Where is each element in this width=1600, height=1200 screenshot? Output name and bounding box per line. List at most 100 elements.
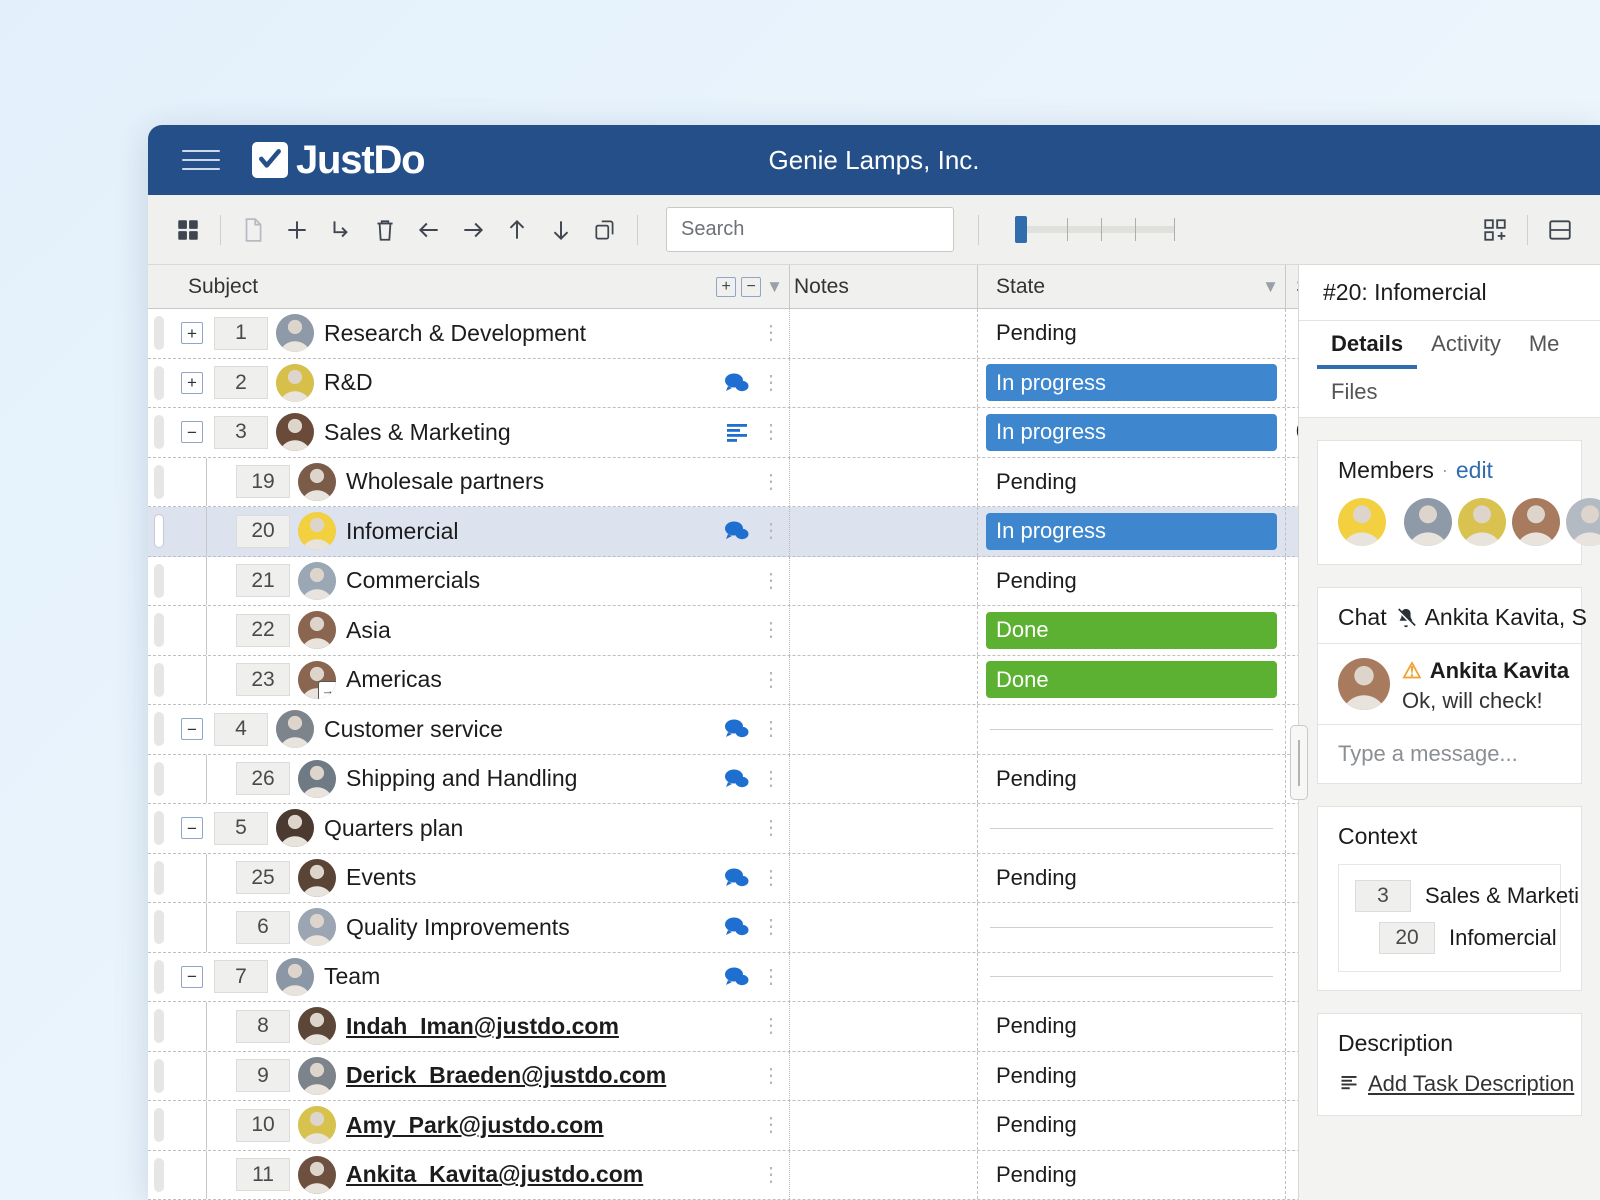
cell-notes[interactable]: [790, 556, 978, 605]
member-avatar[interactable]: [1458, 498, 1506, 546]
avatar[interactable]: [276, 314, 314, 353]
bell-muted-icon[interactable]: [1395, 607, 1417, 629]
row-gutter[interactable]: [148, 1052, 170, 1101]
new-document-icon[interactable]: [231, 208, 275, 252]
chat-icon[interactable]: [723, 372, 749, 394]
chat-icon[interactable]: [723, 916, 749, 938]
row-menu-icon[interactable]: ⋮: [761, 323, 781, 343]
row-menu-icon[interactable]: ⋮: [761, 719, 781, 739]
row-menu-icon[interactable]: ⋮: [761, 1115, 781, 1135]
row-menu-icon[interactable]: ⋮: [761, 868, 781, 888]
cell-state[interactable]: Pending: [978, 309, 1286, 358]
row-toggle[interactable]: −: [181, 718, 203, 741]
cell-state[interactable]: [978, 903, 1286, 952]
cell-state[interactable]: Done: [978, 655, 1286, 704]
row-menu-icon[interactable]: ⋮: [761, 521, 781, 541]
cell-state[interactable]: [978, 804, 1286, 853]
add-task-icon[interactable]: [275, 208, 319, 252]
cell-notes[interactable]: [790, 507, 978, 556]
row-title[interactable]: Quarters plan: [324, 815, 463, 842]
cell-subject[interactable]: +1 Research & Development ⋮: [170, 309, 790, 358]
cell-subject[interactable]: 26 Shipping and Handling ⋮: [170, 754, 790, 803]
outdent-icon[interactable]: [407, 208, 451, 252]
cell-subject[interactable]: 10 Amy_Park@justdo.com ⋮: [170, 1101, 790, 1150]
cell-subject[interactable]: 19 Wholesale partners ⋮: [170, 457, 790, 506]
member-avatar[interactable]: [1404, 498, 1452, 546]
column-header-notes[interactable]: Notes: [790, 265, 978, 308]
cell-notes[interactable]: [790, 804, 978, 853]
cell-state[interactable]: Pending: [978, 1051, 1286, 1100]
row-title[interactable]: Commercials: [346, 567, 480, 594]
cell-state[interactable]: Pending: [978, 1150, 1286, 1199]
cell-state[interactable]: Pending: [978, 1101, 1286, 1150]
cell-subject[interactable]: 8 Indah_Iman@justdo.com ⋮: [170, 1002, 790, 1051]
row-title[interactable]: Quality Improvements: [346, 914, 570, 941]
avatar[interactable]: [276, 809, 314, 848]
zoom-slider-handle[interactable]: [1015, 216, 1027, 243]
avatar[interactable]: [298, 1056, 336, 1095]
status-badge[interactable]: Done: [986, 661, 1277, 699]
duplicate-icon[interactable]: [583, 208, 627, 252]
row-menu-icon[interactable]: ⋮: [761, 818, 781, 838]
cell-state[interactable]: In progress: [978, 507, 1286, 556]
row-menu-icon[interactable]: ⋮: [761, 373, 781, 393]
cell-subject[interactable]: 23 → Americas ⋮: [170, 655, 790, 704]
cell-notes[interactable]: [790, 1002, 978, 1051]
row-menu-icon[interactable]: ⋮: [761, 1066, 781, 1086]
cell-subject[interactable]: 9 Derick_Braeden@justdo.com ⋮: [170, 1051, 790, 1100]
cell-notes[interactable]: [790, 457, 978, 506]
row-gutter[interactable]: [148, 507, 170, 556]
add-task-description-link[interactable]: Add Task Description: [1338, 1071, 1574, 1097]
chat-icon[interactable]: [723, 867, 749, 889]
row-menu-icon[interactable]: ⋮: [761, 422, 781, 442]
chat-icon[interactable]: [723, 718, 749, 740]
row-gutter[interactable]: [148, 755, 170, 804]
row-menu-icon[interactable]: ⋮: [761, 620, 781, 640]
row-gutter[interactable]: [148, 1101, 170, 1150]
cell-state[interactable]: Pending: [978, 457, 1286, 506]
cell-notes[interactable]: [790, 1051, 978, 1100]
chat-icon[interactable]: [723, 768, 749, 790]
cell-subject[interactable]: 25 Events ⋮: [170, 853, 790, 902]
expand-all-icon[interactable]: +: [716, 276, 737, 297]
cell-state[interactable]: Pending: [978, 754, 1286, 803]
row-title[interactable]: Research & Development: [324, 320, 586, 347]
members-edit-link[interactable]: edit: [1456, 457, 1493, 484]
cell-state[interactable]: Pending: [978, 853, 1286, 902]
row-toggle[interactable]: −: [181, 817, 203, 840]
avatar[interactable]: [298, 1106, 336, 1145]
avatar[interactable]: [298, 611, 336, 650]
cell-state[interactable]: In progress: [978, 358, 1286, 407]
row-menu-icon[interactable]: ⋮: [761, 1165, 781, 1185]
row-gutter[interactable]: [148, 458, 170, 507]
cell-notes[interactable]: [790, 903, 978, 952]
row-title[interactable]: Indah_Iman@justdo.com: [346, 1013, 619, 1040]
cell-notes[interactable]: [790, 408, 978, 457]
description-icon[interactable]: [725, 422, 749, 443]
avatar[interactable]: [298, 1155, 336, 1194]
row-menu-icon[interactable]: ⋮: [761, 670, 781, 690]
row-menu-icon[interactable]: ⋮: [761, 769, 781, 789]
cell-notes[interactable]: [790, 358, 978, 407]
avatar[interactable]: [298, 462, 336, 501]
row-title[interactable]: Shipping and Handling: [346, 765, 577, 792]
avatar[interactable]: [276, 957, 314, 996]
cell-subject[interactable]: 21 Commercials ⋮: [170, 556, 790, 605]
row-title[interactable]: Ankita_Kavita@justdo.com: [346, 1161, 643, 1188]
tab-messages[interactable]: Me: [1515, 321, 1574, 369]
row-title[interactable]: R&D: [324, 369, 373, 396]
row-gutter[interactable]: [148, 1002, 170, 1051]
chat-icon[interactable]: [723, 520, 749, 542]
cell-state[interactable]: Pending: [978, 1002, 1286, 1051]
zoom-slider-track[interactable]: [1015, 216, 1175, 243]
cell-subject[interactable]: 6 Quality Improvements ⋮: [170, 903, 790, 952]
row-title[interactable]: Asia: [346, 617, 391, 644]
row-gutter[interactable]: [148, 804, 170, 853]
row-gutter[interactable]: [148, 557, 170, 606]
cell-notes[interactable]: [790, 705, 978, 754]
status-badge[interactable]: In progress: [986, 512, 1277, 550]
avatar[interactable]: [276, 363, 314, 402]
collapse-all-icon[interactable]: −: [741, 276, 762, 297]
avatar[interactable]: [298, 908, 336, 947]
chat-input[interactable]: Type a message...: [1318, 724, 1581, 783]
